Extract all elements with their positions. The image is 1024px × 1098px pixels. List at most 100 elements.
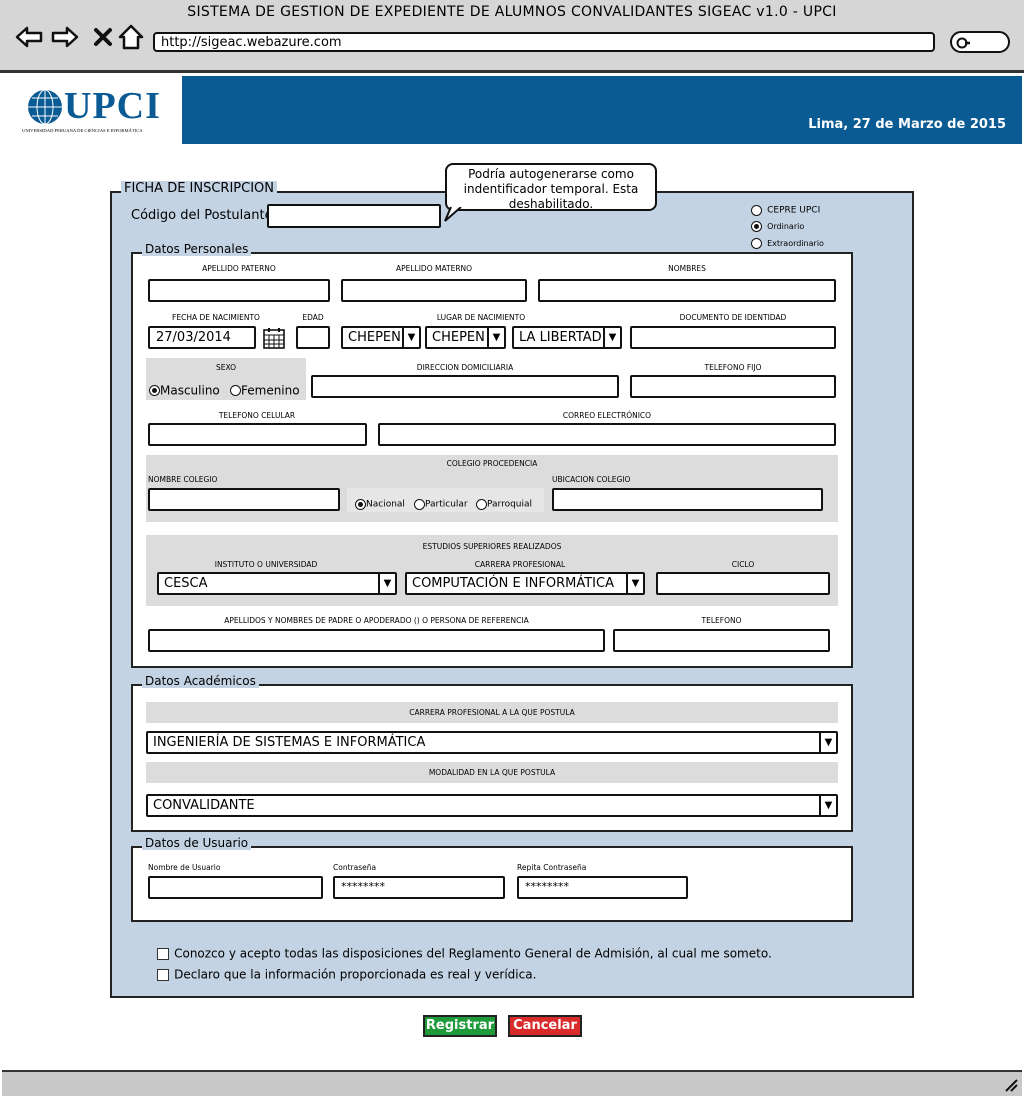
departamento-select[interactable]: LA LIBERTAD ▼ (512, 326, 622, 349)
radio-icon (476, 499, 487, 510)
chevron-down-icon: ▼ (402, 328, 419, 347)
chevron-down-icon: ▼ (487, 328, 504, 347)
edad-label: EDAD (302, 313, 324, 322)
logo-subtext: UNIVERSIDAD PERUANA DE CIENCIAS E INFORM… (22, 128, 143, 133)
provincia-select[interactable]: CHEPEN ▼ (341, 326, 421, 349)
browser-statusbar (2, 1070, 1022, 1096)
radio-selected-icon (355, 499, 366, 510)
search-icon (956, 37, 970, 49)
window-title: SISTEMA DE GESTION DE EXPEDIENTE DE ALUM… (187, 4, 837, 20)
tooltip-pointer (444, 205, 462, 222)
codigo-input (267, 204, 441, 228)
radio-selected-icon (149, 385, 160, 396)
documento-input[interactable] (630, 326, 836, 349)
direccion-input[interactable] (311, 375, 619, 398)
colegio-header: COLEGIO PROCEDENCIA (446, 459, 538, 468)
ciclo-input[interactable] (656, 572, 830, 595)
address-bar[interactable]: http://sigeac.webazure.com (153, 32, 935, 52)
header-date: Lima, 27 de Marzo de 2015 (808, 117, 1006, 132)
checkbox-icon (157, 968, 169, 981)
codigo-label: Código del Postulante (131, 208, 273, 223)
academic-legend: Datos Académicos (142, 674, 259, 688)
padre-label: APELLIDOS Y NOMBRES DE PADRE O APODERADO… (224, 616, 529, 625)
radio-icon (230, 385, 241, 396)
calendar-icon[interactable] (263, 327, 285, 349)
padre-input[interactable] (148, 629, 605, 652)
browser-titlebar: SISTEMA DE GESTION DE EXPEDIENTE DE ALUM… (0, 0, 1024, 73)
chevron-down-icon: ▼ (819, 733, 836, 752)
colegio-radio-particular[interactable]: Particular (414, 494, 468, 513)
apellido-paterno-label: APELLIDO PATERNO (202, 264, 276, 273)
telefono-celular-label: TELEFONO CELULAR (218, 411, 296, 420)
chevron-down-icon: ▼ (626, 574, 643, 593)
sexo-radio-femenino[interactable]: Femenino (230, 380, 300, 399)
telefono-referencia-input[interactable] (613, 629, 830, 652)
carrera-postula-label: CARRERA PROFESIONAL A LA QUE POSTULA (146, 702, 838, 723)
repeat-password-label: Repita Contraseña (517, 863, 587, 872)
personal-legend: Datos Personales (142, 242, 252, 256)
radio-icon (414, 499, 425, 510)
resize-grip-icon[interactable] (1002, 1076, 1018, 1092)
usuario-label: Nombre de Usuario (148, 863, 221, 872)
home-icon[interactable] (116, 22, 146, 52)
distrito-select[interactable]: CHEPEN ▼ (425, 326, 506, 349)
repeat-password-input[interactable]: ******** (517, 876, 688, 899)
colegio-tipo-group: Nacional Particular Parroquial (347, 488, 544, 512)
usuario-input[interactable] (148, 876, 323, 899)
carrera-label: CARRERA PROFESIONAL (474, 560, 566, 569)
apellido-materno-input[interactable] (341, 279, 527, 302)
logo-text: UPCI (64, 85, 161, 127)
colegio-radio-parroquial[interactable]: Parroquial (476, 494, 532, 513)
radio-icon (751, 238, 762, 249)
telefono-fijo-input[interactable] (630, 375, 836, 398)
accept-terms-checkbox[interactable]: Conozco y acepto todas las disposiciones… (157, 943, 772, 962)
user-legend: Datos de Usuario (142, 836, 252, 850)
carrera-postula-select[interactable]: INGENIERÍA DE SISTEMAS E INFORMÁTICA ▼ (146, 731, 838, 754)
apellido-paterno-input[interactable] (148, 279, 330, 302)
modalidad-postula-select[interactable]: CONVALIDANTE ▼ (146, 794, 838, 817)
checkbox-icon (157, 947, 169, 960)
sexo-label: SEXO (215, 363, 237, 372)
close-icon[interactable] (88, 22, 118, 52)
cancel-button[interactable]: Cancelar (508, 1015, 582, 1037)
edad-input[interactable] (296, 326, 330, 349)
header-bar (182, 76, 1022, 144)
telefono-celular-input[interactable] (148, 423, 367, 446)
chevron-down-icon: ▼ (378, 574, 395, 593)
chevron-down-icon: ▼ (819, 796, 836, 815)
estudios-header: ESTUDIOS SUPERIORES REALIZADOS (422, 542, 562, 551)
password-label: Contraseña (333, 863, 377, 872)
nombre-colegio-input[interactable] (148, 488, 340, 511)
correo-input[interactable] (378, 423, 836, 446)
chevron-down-icon: ▼ (603, 328, 620, 347)
password-input[interactable]: ******** (333, 876, 505, 899)
nombres-label: NOMBRES (668, 264, 706, 273)
telefono-fijo-label: TELEFONO FIJO (704, 363, 762, 372)
globe-icon (28, 89, 62, 125)
fecha-nacimiento-input[interactable]: 27/03/2014 (148, 326, 256, 349)
forward-arrow-icon[interactable] (50, 22, 80, 52)
declare-truth-checkbox[interactable]: Declaro que la información proporcionada… (157, 964, 536, 983)
instituto-select[interactable]: CESCA ▼ (157, 572, 397, 595)
browser-search-box[interactable] (950, 31, 1010, 53)
colegio-radio-nacional[interactable]: Nacional (355, 494, 405, 513)
fecha-nacimiento-label: FECHA DE NACIMIENTO (172, 313, 260, 322)
back-arrow-icon[interactable] (14, 22, 44, 52)
logo: UPCI UNIVERSIDAD PERUANA DE CIENCIAS E I… (2, 76, 182, 144)
nombre-colegio-label: NOMBRE COLEGIO (148, 475, 218, 484)
radio-icon (751, 205, 762, 216)
ubicacion-colegio-input[interactable] (552, 488, 823, 511)
register-button[interactable]: Registrar (423, 1015, 497, 1037)
apellido-materno-label: APELLIDO MATERNO (395, 264, 473, 273)
ciclo-label: CICLO (731, 560, 755, 569)
sexo-radio-masculino[interactable]: Masculino (149, 380, 220, 399)
direccion-label: DIRECCION DOMICILIARIA (416, 363, 514, 372)
modalidad-radio-extraordinario[interactable]: Extraordinario (751, 233, 824, 252)
lugar-nacimiento-label: LUGAR DE NACIMIENTO (436, 313, 526, 322)
carrera-select[interactable]: COMPUTACIÓN E INFORMÁTICA ▼ (405, 572, 645, 595)
modalidad-postula-label: MODALIDAD EN LA QUE POSTULA (146, 762, 838, 783)
nombres-input[interactable] (538, 279, 836, 302)
telefono-referencia-label: TELEFONO (701, 616, 742, 625)
correo-label: CORREO ELECTRÓNICO (562, 411, 652, 420)
ubicacion-colegio-label: UBICACION COLEGIO (552, 475, 631, 484)
